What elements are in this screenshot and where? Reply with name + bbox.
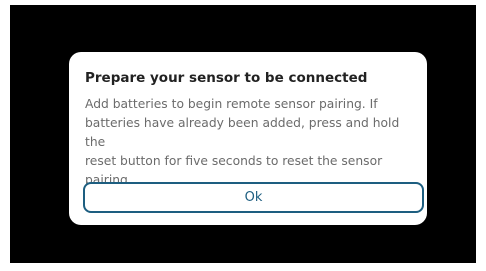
dialog-message-line: batteries have already been added, press… xyxy=(85,116,400,149)
ok-button[interactable]: Ok xyxy=(83,182,424,213)
dialog-message: Add batteries to begin remote sensor pai… xyxy=(85,95,411,190)
dialog-message-line: Add batteries to begin remote sensor pai… xyxy=(85,97,378,111)
dark-backdrop: Prepare your sensor to be connected Add … xyxy=(10,5,476,263)
dialog-title: Prepare your sensor to be connected xyxy=(85,70,368,86)
pairing-dialog: Prepare your sensor to be connected Add … xyxy=(69,52,427,225)
